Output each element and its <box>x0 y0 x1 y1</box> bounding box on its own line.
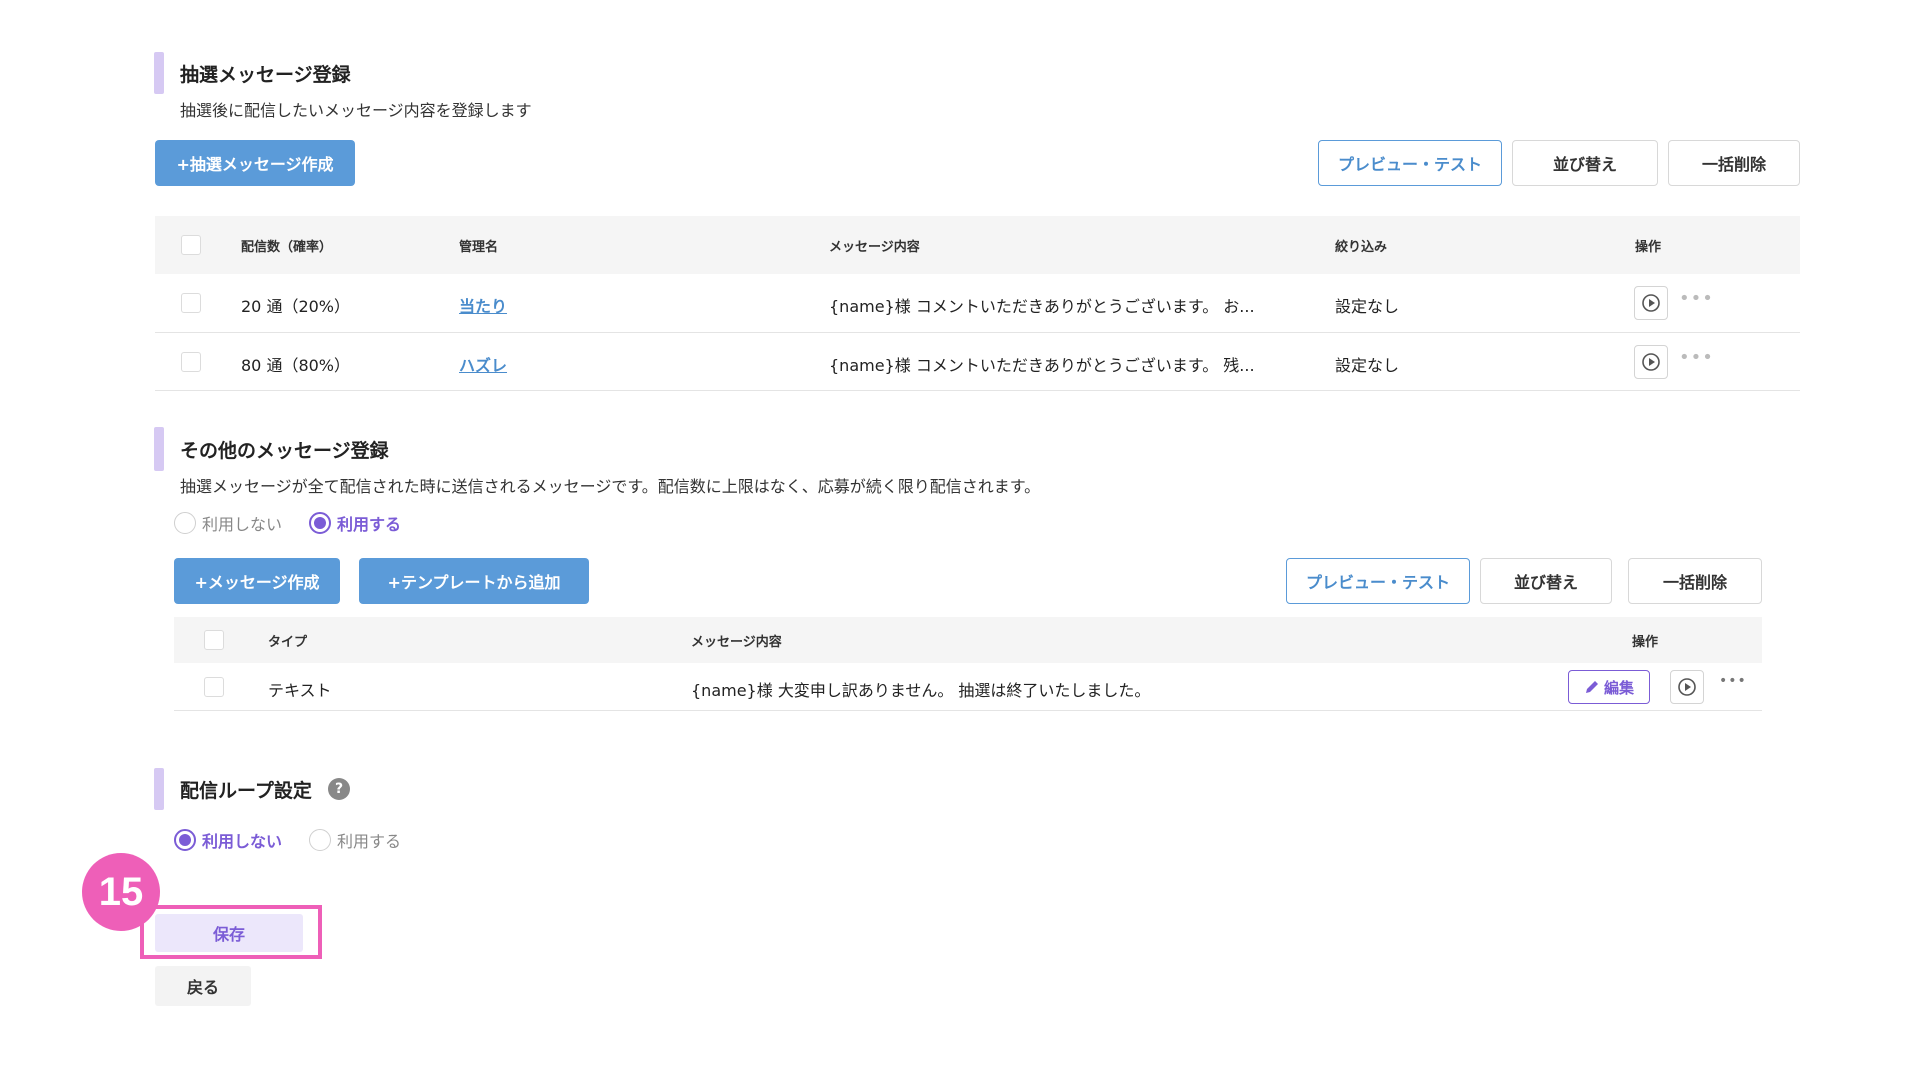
column-header: 絞り込み <box>1335 240 1388 255</box>
message-name-link[interactable]: ハズレ <box>459 352 507 376</box>
section-marker <box>154 52 164 94</box>
row-checkbox[interactable] <box>204 677 224 697</box>
preview-test-button[interactable]: プレビュー・テスト <box>1318 140 1502 186</box>
other-radio-enable[interactable]: 利用する <box>309 511 401 535</box>
loop-radio-disable[interactable]: 利用しない <box>174 828 282 852</box>
save-button[interactable]: 保存 <box>155 914 303 952</box>
play-icon[interactable] <box>1634 286 1668 320</box>
radio-button[interactable] <box>309 512 331 534</box>
message-content: {name}様 大変申し訳ありません。 抽選は終了いたしました。 <box>691 681 1151 700</box>
preview-test-button[interactable]: プレビュー・テスト <box>1286 558 1470 604</box>
help-icon[interactable]: ? <box>328 778 350 800</box>
filter-value: 設定なし <box>1335 297 1400 316</box>
loop-radio-enable[interactable]: 利用する <box>309 828 401 852</box>
radio-label: 利用する <box>337 832 402 851</box>
message-type: テキスト <box>268 681 332 700</box>
other-radio-disable[interactable]: 利用しない <box>174 511 282 535</box>
column-header: 操作 <box>1632 635 1659 650</box>
column-header: メッセージ内容 <box>829 240 920 255</box>
play-icon[interactable] <box>1634 345 1668 379</box>
more-options-icon[interactable]: ••• <box>1679 288 1714 309</box>
sort-button[interactable]: 並び替え <box>1512 140 1658 186</box>
column-header: 管理名 <box>459 240 499 255</box>
radio-button[interactable] <box>174 829 196 851</box>
lottery-table-header <box>155 216 1800 274</box>
other-section-title: その他のメッセージ登録 <box>180 440 389 462</box>
row-divider <box>155 390 1800 391</box>
radio-label: 利用しない <box>202 832 283 851</box>
row-checkbox[interactable] <box>181 293 201 313</box>
other-section-description: 抽選メッセージが全て配信された時に送信されるメッセージです。配信数に上限はなく、… <box>180 477 1041 496</box>
play-icon[interactable] <box>1670 670 1704 704</box>
create-message-button[interactable]: +メッセージ作成 <box>174 558 340 604</box>
lottery-section-description: 抽選後に配信したいメッセージ内容を登録します <box>180 101 532 120</box>
message-name-link[interactable]: 当たり <box>459 293 507 317</box>
pencil-icon <box>1585 681 1598 693</box>
column-header: タイプ <box>268 635 308 650</box>
edit-button[interactable]: 編集 <box>1568 670 1650 704</box>
bulk-delete-button[interactable]: 一括削除 <box>1628 558 1762 604</box>
message-content: {name}様 コメントいただきありがとうございます。 お... <box>829 297 1255 316</box>
section-marker <box>154 427 164 471</box>
select-all-checkbox[interactable] <box>204 630 224 650</box>
row-checkbox[interactable] <box>181 352 201 372</box>
more-options-icon[interactable]: ••• <box>1679 347 1714 368</box>
radio-button[interactable] <box>174 512 196 534</box>
column-header: 操作 <box>1635 240 1662 255</box>
edit-label: 編集 <box>1603 678 1634 697</box>
add-from-template-button[interactable]: +テンプレートから追加 <box>359 558 589 604</box>
delivery-count: 80 通（80%） <box>241 356 351 375</box>
lottery-section-title: 抽選メッセージ登録 <box>180 64 351 86</box>
delivery-count: 20 通（20%） <box>241 297 351 316</box>
other-table-header <box>174 617 1762 663</box>
row-divider <box>155 332 1800 333</box>
sort-button[interactable]: 並び替え <box>1480 558 1612 604</box>
column-header: 配信数（確率） <box>241 240 333 255</box>
radio-button[interactable] <box>309 829 331 851</box>
message-content: {name}様 コメントいただきありがとうございます。 残... <box>829 356 1255 375</box>
radio-label: 利用しない <box>202 515 283 534</box>
loop-section-title: 配信ループ設定 <box>180 780 312 802</box>
filter-value: 設定なし <box>1335 356 1400 375</box>
row-divider <box>174 710 1762 711</box>
column-header: メッセージ内容 <box>691 635 782 650</box>
select-all-checkbox[interactable] <box>181 235 201 255</box>
bulk-delete-button[interactable]: 一括削除 <box>1668 140 1800 186</box>
back-button[interactable]: 戻る <box>155 966 251 1006</box>
section-marker <box>154 768 164 810</box>
more-options-icon[interactable]: ••• <box>1719 673 1747 689</box>
radio-label: 利用する <box>337 515 402 534</box>
create-lottery-message-button[interactable]: +抽選メッセージ作成 <box>155 140 355 186</box>
